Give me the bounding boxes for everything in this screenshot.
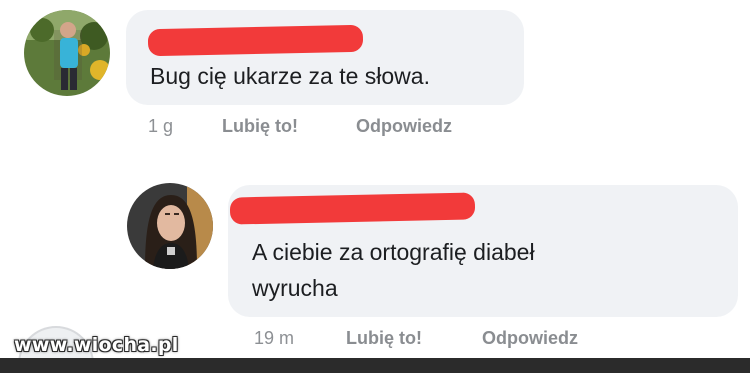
- commenter-avatar[interactable]: [24, 10, 110, 96]
- comment-timestamp[interactable]: 1 g: [148, 116, 173, 137]
- avatar-photo-1: [24, 10, 110, 96]
- redacted-author-name: [147, 24, 364, 57]
- reply-timestamp[interactable]: 19 m: [254, 328, 294, 349]
- redacted-replier-name: [229, 192, 476, 225]
- replier-avatar[interactable]: [127, 183, 213, 269]
- avatar-photo-2: [127, 183, 213, 269]
- reply-reply-button[interactable]: Odpowiedz: [482, 328, 578, 349]
- reply-text-line-2: wyrucha: [252, 275, 338, 301]
- like-button[interactable]: Lubię to!: [222, 116, 298, 137]
- bottom-border: [0, 358, 750, 373]
- reply-text-line-1: A ciebie za ortografię diabeł: [252, 239, 535, 265]
- reply-like-button[interactable]: Lubię to!: [346, 328, 422, 349]
- reply-button[interactable]: Odpowiedz: [356, 116, 452, 137]
- site-watermark: www.wiocha.pl: [14, 334, 179, 356]
- comment-text: Bug cię ukarze za te słowa.: [150, 63, 430, 89]
